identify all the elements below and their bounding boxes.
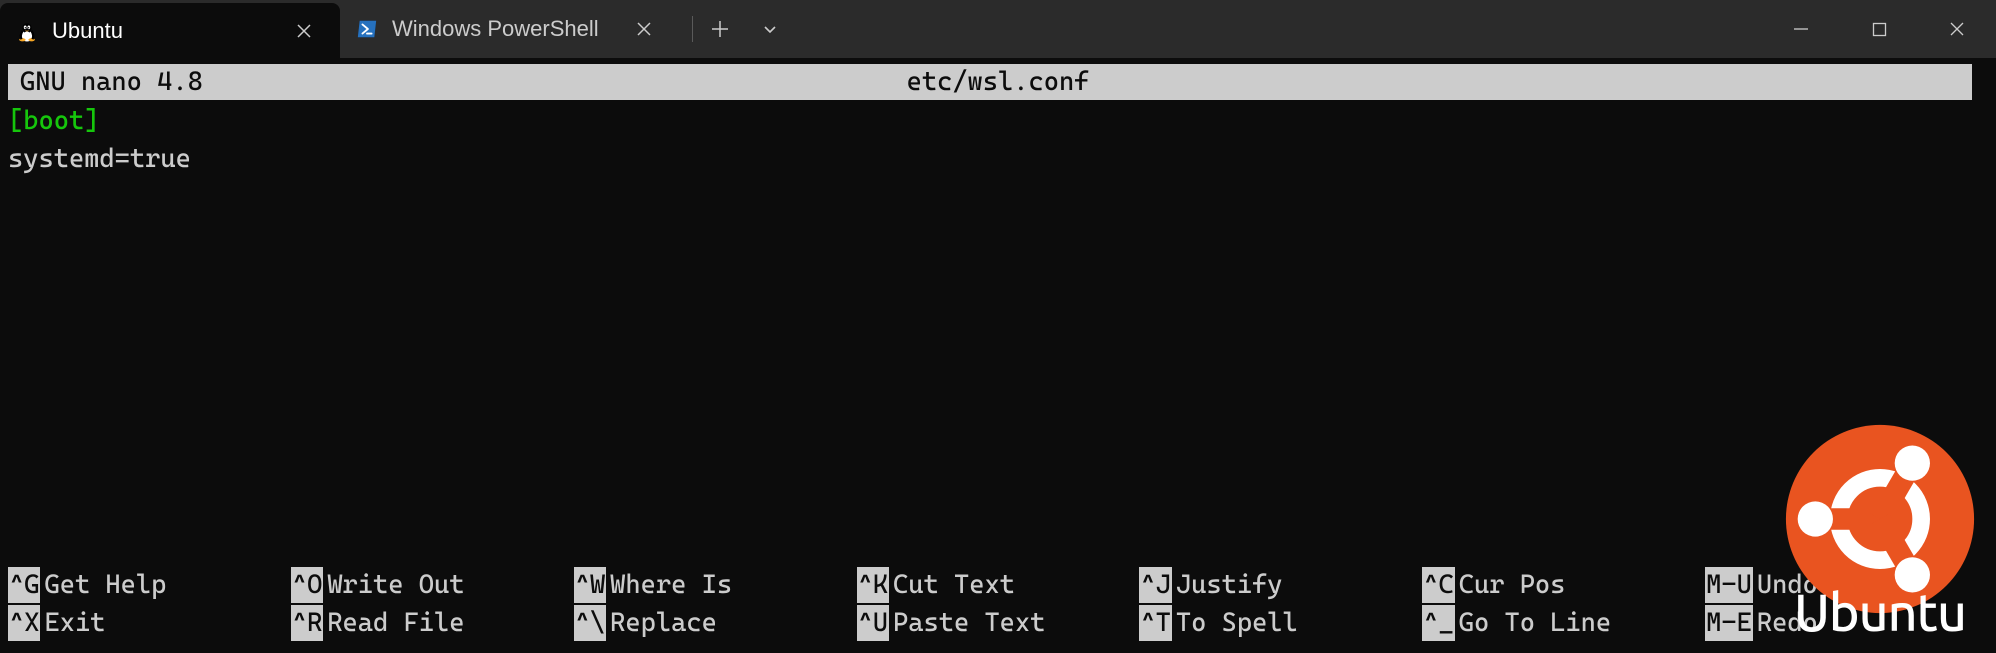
config-section-header: [boot] <box>8 102 1988 140</box>
titlebar-actions <box>680 0 793 58</box>
tab-close-button[interactable] <box>628 13 660 45</box>
nano-editor-content[interactable]: [boot] systemd=true <box>8 102 1988 178</box>
tab-close-button[interactable] <box>288 15 320 47</box>
minimize-button[interactable] <box>1762 0 1840 58</box>
shortcut-read-file: ^R Read File <box>291 605 574 641</box>
close-window-button[interactable] <box>1918 0 1996 58</box>
config-line: systemd=true <box>8 140 1988 178</box>
window-controls <box>1762 0 1996 58</box>
shortcut-get-help: ^G Get Help <box>8 567 291 603</box>
shortcut-to-spell: ^T To Spell <box>1139 605 1422 641</box>
powershell-icon <box>356 18 378 40</box>
tux-icon <box>16 20 38 42</box>
nano-shortcut-bar: ^G Get Help ^O Write Out ^W Where Is ^K … <box>8 567 1988 641</box>
maximize-button[interactable] <box>1840 0 1918 58</box>
shortcut-where-is: ^W Where Is <box>574 567 857 603</box>
window-titlebar: Ubuntu Windows PowerShell <box>0 0 1996 58</box>
new-tab-button[interactable] <box>697 6 743 52</box>
nano-filename: etc/wsl.conf <box>907 64 1090 100</box>
terminal-area[interactable]: GNU nano 4.8 etc/wsl.conf [boot] systemd… <box>0 58 1996 653</box>
tab-powershell[interactable]: Windows PowerShell <box>340 0 680 58</box>
shortcut-replace: ^\ Replace <box>574 605 857 641</box>
tab-title: Ubuntu <box>52 18 274 44</box>
tab-title: Windows PowerShell <box>392 16 614 42</box>
nano-app-name: GNU nano 4.8 <box>20 64 203 100</box>
shortcut-justify: ^J Justify <box>1139 567 1422 603</box>
shortcut-write-out: ^O Write Out <box>291 567 574 603</box>
shortcut-cut-text: ^K Cut Text <box>857 567 1140 603</box>
shortcut-exit: ^X Exit <box>8 605 291 641</box>
shortcut-cur-pos: ^C Cur Pos <box>1422 567 1705 603</box>
nano-header: GNU nano 4.8 etc/wsl.conf <box>8 64 1972 100</box>
shortcut-go-to-line: ^_ Go To Line <box>1422 605 1705 641</box>
divider <box>692 16 693 42</box>
shortcut-undo: M-U Undo <box>1705 567 1988 603</box>
tab-ubuntu[interactable]: Ubuntu <box>0 3 340 58</box>
tab-dropdown-button[interactable] <box>747 6 793 52</box>
shortcut-redo: M-E Redo <box>1705 605 1988 641</box>
shortcut-paste-text: ^U Paste Text <box>857 605 1140 641</box>
